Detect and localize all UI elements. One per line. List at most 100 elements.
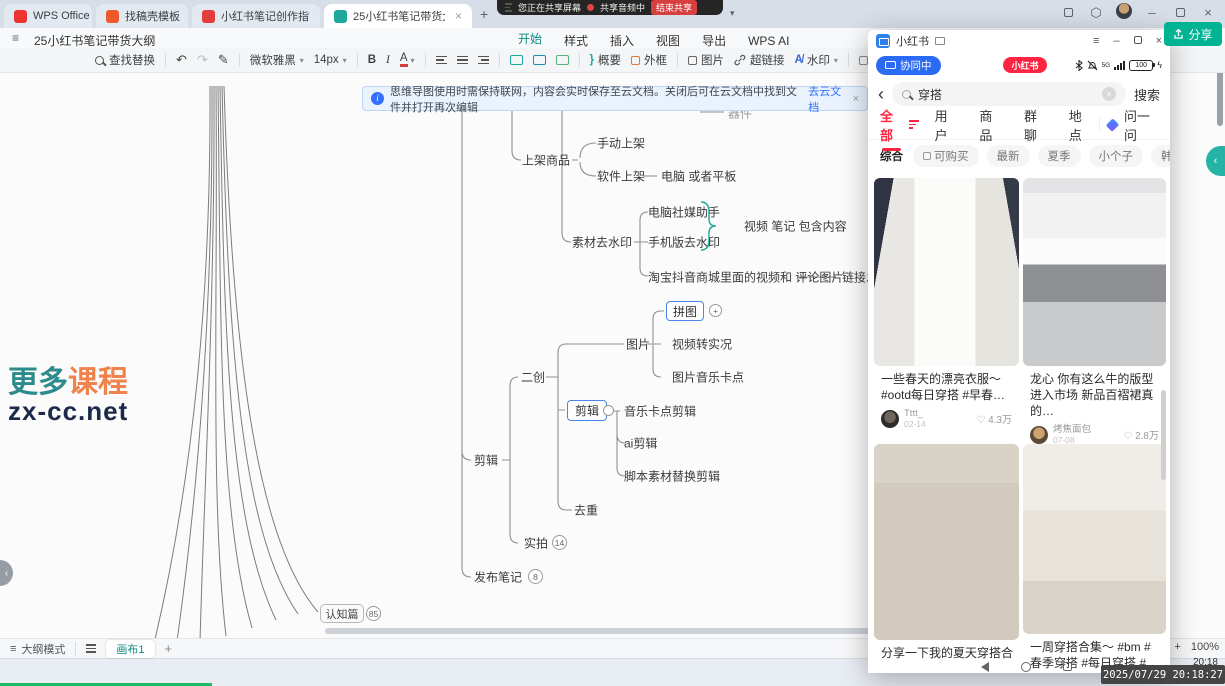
tab-wps-office[interactable]: WPS Office xyxy=(4,4,92,28)
xhs-minimize-button[interactable]: – xyxy=(1113,35,1119,47)
insert-subtopic-icon[interactable] xyxy=(533,55,546,65)
node-drag-handle[interactable] xyxy=(603,405,614,416)
clear-search-icon[interactable]: × xyxy=(1102,87,1116,101)
search-input[interactable]: 穿搭 × xyxy=(892,82,1126,106)
tab-pdf-guide[interactable]: 小红书笔记创作指南.pdf xyxy=(192,4,320,28)
hyperlink-button[interactable]: 超链接 xyxy=(734,52,785,68)
node-sucai[interactable]: 素材去水印 xyxy=(572,234,632,251)
canvas-tab-1[interactable]: 画布1 xyxy=(106,640,154,658)
maximize-button[interactable] xyxy=(1167,5,1193,20)
align-center-icon[interactable] xyxy=(457,56,468,65)
node-shangjia[interactable]: 上架商品 xyxy=(522,152,570,169)
split-screen-icon[interactable] xyxy=(1055,5,1081,20)
note-card[interactable]: 分享一下我的夏天穿搭合 xyxy=(874,444,1019,663)
tab-users[interactable]: 用户 xyxy=(935,106,958,144)
add-child-button[interactable]: + xyxy=(709,304,722,317)
node-quzhong[interactable]: 去重 xyxy=(574,502,598,519)
menu-style[interactable]: 样式 xyxy=(564,32,588,49)
xhs-scrollbar[interactable] xyxy=(1161,390,1166,480)
node-aijianji[interactable]: ai剪辑 xyxy=(624,435,657,452)
node-bracenote[interactable]: 视频 笔记 包含内容 xyxy=(744,218,847,235)
layers-icon[interactable] xyxy=(86,644,96,653)
xhs-titlebar[interactable]: 小红书 ≡ – × xyxy=(868,30,1170,52)
image-button[interactable]: 图片 xyxy=(688,52,724,68)
tab-goods[interactable]: 商品 xyxy=(979,106,1002,144)
chip-zuixin[interactable]: 最新 xyxy=(987,145,1030,167)
node-taobao[interactable]: 淘宝抖音商城里面的视频和 评论图片 xyxy=(648,269,843,286)
add-canvas-button[interactable]: + xyxy=(165,641,173,656)
node-shipai[interactable]: 实拍 xyxy=(524,535,548,552)
horizontal-scrollbar[interactable] xyxy=(325,628,873,634)
username[interactable]: 烤焦面包 xyxy=(1053,424,1091,435)
node-renzhi-count[interactable]: 85 xyxy=(366,606,381,621)
menu-wps-ai[interactable]: WPS AI xyxy=(748,34,789,48)
menu-view[interactable]: 视图 xyxy=(656,32,680,49)
chip-xiaogezi[interactable]: 小个子 xyxy=(1089,145,1144,167)
font-size-select[interactable]: 14px▾ xyxy=(314,54,347,66)
insert-topic-icon[interactable] xyxy=(510,55,523,65)
notice-close-icon[interactable]: × xyxy=(853,93,859,105)
node-fabu-count[interactable]: 8 xyxy=(528,569,543,584)
summary-button[interactable]: }概要 xyxy=(590,52,621,68)
node-jianji-selected[interactable]: 剪辑 xyxy=(567,400,607,421)
zoom-in-button[interactable]: + xyxy=(1174,641,1180,653)
minimize-button[interactable]: – xyxy=(1139,5,1165,20)
zoom-level[interactable]: 100% xyxy=(1191,641,1219,653)
align-left-icon[interactable] xyxy=(436,56,447,65)
node-shipinzhuan[interactable]: 视频转实况 xyxy=(672,336,732,353)
close-button[interactable]: × xyxy=(1195,5,1221,20)
node-diannao[interactable]: 电脑 或者平板 xyxy=(661,168,736,185)
node-renzhi[interactable]: 认知篇 xyxy=(320,604,364,623)
nav-recents-icon[interactable] xyxy=(1063,662,1072,671)
italic-button[interactable]: I xyxy=(386,54,390,66)
node-jiaoben[interactable]: 脚本素材替换剪辑 xyxy=(624,468,720,485)
frame-button[interactable]: 外框 xyxy=(631,52,667,68)
filter-icon[interactable] xyxy=(909,120,919,129)
share-button[interactable]: 分享 xyxy=(1164,22,1222,46)
extensions-icon[interactable]: ⬡ xyxy=(1083,5,1109,21)
tab-places[interactable]: 地点 xyxy=(1069,106,1092,144)
chip-xiaji[interactable]: 夏季 xyxy=(1038,145,1081,167)
xhs-close-button[interactable]: × xyxy=(1156,35,1162,47)
find-replace-button[interactable]: 查找替换 xyxy=(95,52,155,68)
username[interactable]: Tttt_ xyxy=(904,408,926,419)
likes-count[interactable]: ♡ 4.3万 xyxy=(976,411,1012,426)
switch-window-icon[interactable] xyxy=(935,37,945,45)
align-right-icon[interactable] xyxy=(478,56,489,65)
menu-insert[interactable]: 插入 xyxy=(610,32,634,49)
chip-hanlihanqi[interactable]: 韩里韩气 xyxy=(1151,145,1170,167)
stop-share-button[interactable]: 结束共享 xyxy=(651,0,697,15)
bold-button[interactable]: B xyxy=(368,54,376,66)
node-jianji-outer[interactable]: 剪辑 xyxy=(474,452,498,469)
outline-mode-button[interactable]: ≡大纲模式 xyxy=(10,641,65,657)
menu-export[interactable]: 导出 xyxy=(702,32,726,49)
node-shipai-count[interactable]: 14 xyxy=(552,535,567,550)
note-card[interactable]: 一周穿搭合集～ #bm #春季穿搭 #每日穿搭 #日… xyxy=(1023,444,1166,673)
node-yuekadian[interactable]: 音乐卡点剪辑 xyxy=(624,403,696,420)
node-shemei[interactable]: 电脑社媒助手 xyxy=(648,204,720,221)
tab-ask[interactable]: 问一问 xyxy=(1124,106,1158,144)
tab-template[interactable]: 找稿壳模板 xyxy=(96,4,188,28)
font-family-select[interactable]: 微软雅黑▾ xyxy=(250,52,304,68)
insert-relation-icon[interactable] xyxy=(556,55,569,65)
tab-groups[interactable]: 群聊 xyxy=(1024,106,1047,144)
xhs-menu-icon[interactable]: ≡ xyxy=(1093,35,1099,47)
note-card[interactable]: 一些春天的漂亮衣服～ #ootd每日穿搭 #早春… Tttt_02-14 ♡ 4… xyxy=(874,178,1019,435)
profile-avatar[interactable] xyxy=(1111,3,1137,22)
node-shoujiban[interactable]: 手机版去水印 xyxy=(648,234,720,251)
node-erchuang[interactable]: 二创 xyxy=(521,369,545,386)
format-painter-button[interactable]: ✎ xyxy=(218,52,229,68)
font-color-button[interactable]: A▾ xyxy=(400,53,415,68)
go-cloud-link[interactable]: 去云文档 xyxy=(808,83,844,115)
search-button[interactable]: 搜索 xyxy=(1134,85,1160,104)
new-tab-button[interactable]: + xyxy=(480,6,488,22)
node-tupianyinyue[interactable]: 图片音乐卡点 xyxy=(672,369,744,386)
node-shoudong[interactable]: 手动上架 xyxy=(597,135,645,152)
chip-kegoumai[interactable]: 可购买 xyxy=(913,145,979,167)
tab-close-icon[interactable]: × xyxy=(455,9,462,23)
vertical-scrollbar[interactable] xyxy=(1217,70,1223,126)
watermark-button[interactable]: A̸水印▾ xyxy=(795,52,838,68)
user-avatar[interactable] xyxy=(1030,426,1048,444)
node-pintu-selected[interactable]: 拼图 xyxy=(666,301,704,321)
tab-all[interactable]: 全部 xyxy=(880,106,903,144)
